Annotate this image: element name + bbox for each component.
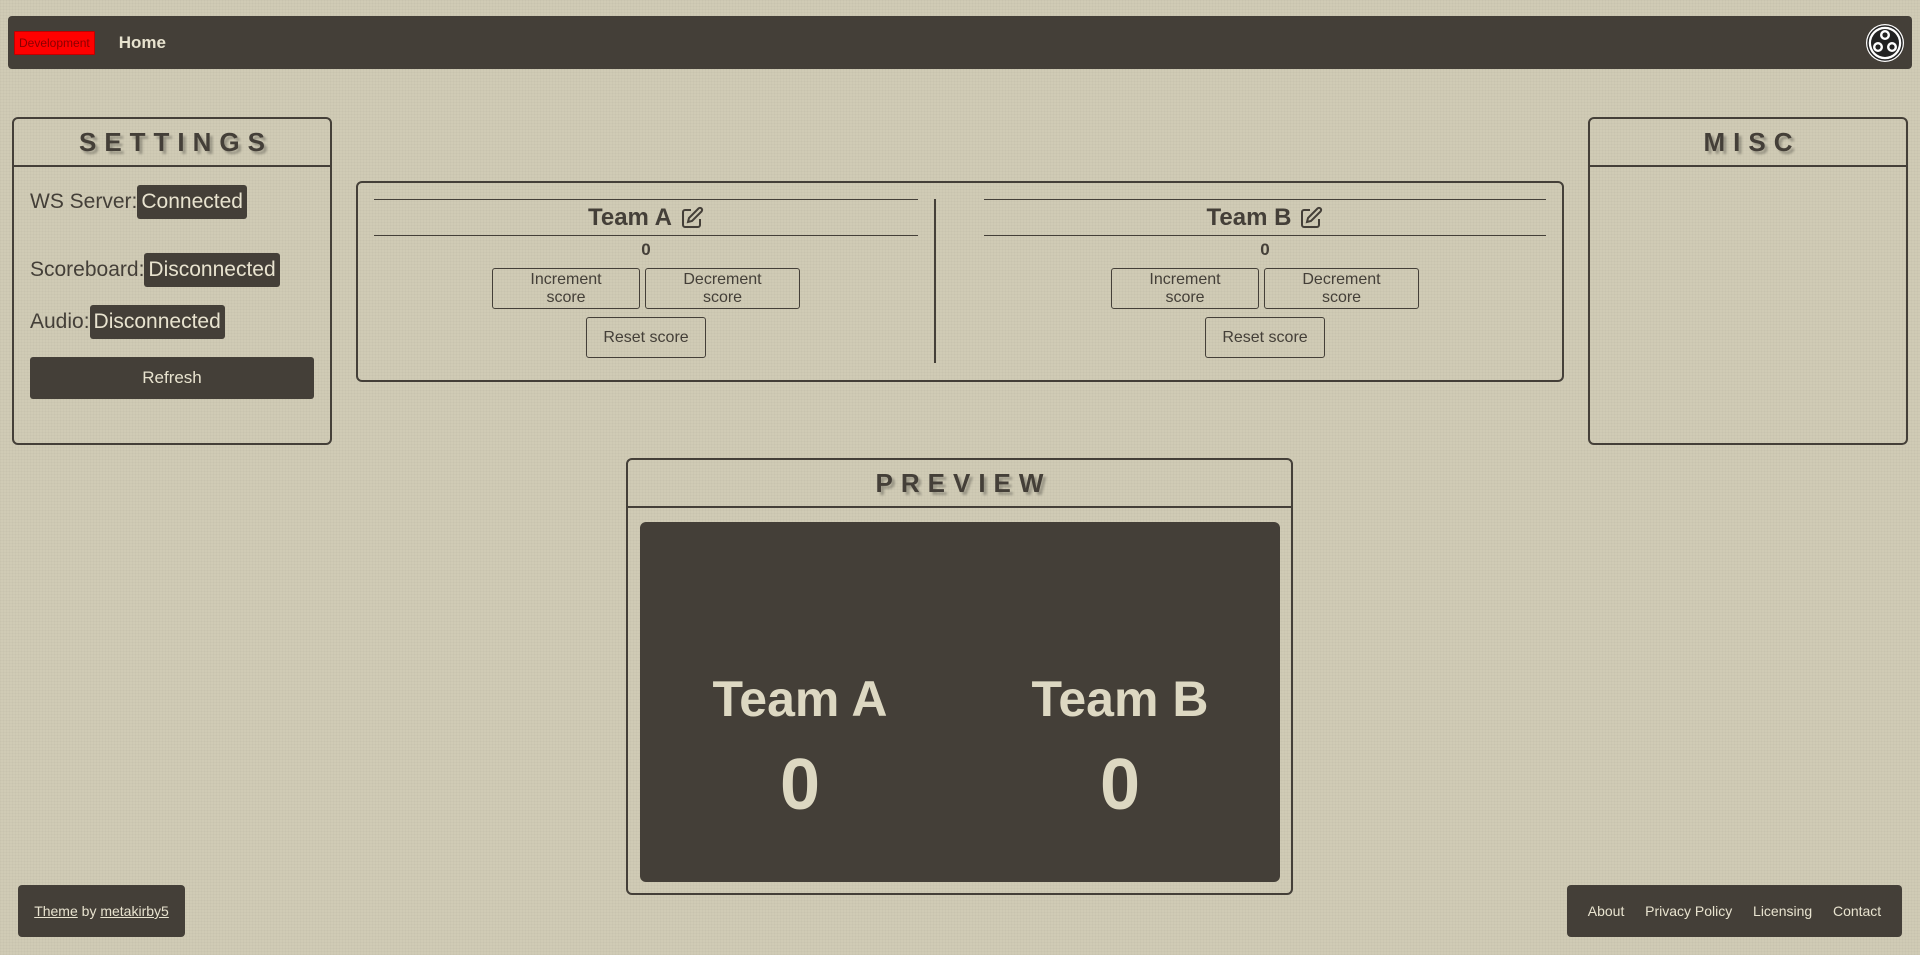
team-b-reset-row: Reset score bbox=[984, 317, 1546, 358]
refresh-button[interactable]: Refresh bbox=[30, 357, 314, 399]
team-a-score: 0 bbox=[641, 240, 651, 259]
theme-link[interactable]: Theme bbox=[34, 903, 78, 919]
misc-panel: MISC bbox=[1588, 117, 1908, 445]
preview-team-b-name: Team B bbox=[1031, 671, 1209, 727]
scoreboard-preview: Team A 0 Team B 0 bbox=[640, 522, 1280, 882]
nav-home-link[interactable]: Home bbox=[119, 33, 166, 53]
environment-badge: Development bbox=[14, 30, 95, 55]
team-a-controls: Team A 0 Increment score Decrement score… bbox=[374, 199, 918, 358]
team-divider bbox=[934, 199, 936, 363]
audio-status-badge: Disconnected bbox=[89, 305, 225, 339]
team-a-score-buttons: Increment score Decrement score bbox=[374, 268, 918, 309]
scoreboard-status-badge: Disconnected bbox=[144, 253, 280, 287]
author-link[interactable]: metakirby5 bbox=[100, 903, 168, 919]
team-b-score: 0 bbox=[1260, 240, 1270, 259]
team-a-name: Team A bbox=[587, 203, 673, 231]
edit-icon[interactable] bbox=[680, 206, 704, 230]
teams-control-panel: Team A 0 Increment score Decrement score… bbox=[356, 181, 1564, 382]
preview-team-a: Team A 0 bbox=[680, 670, 920, 826]
team-b-score-buttons: Increment score Decrement score bbox=[984, 268, 1546, 309]
settings-panel: SETTINGS WS Server: Connected Scoreboard… bbox=[12, 117, 332, 445]
ws-server-label: WS Server: bbox=[30, 190, 138, 213]
preview-panel: PREVIEW Team A 0 Team B 0 bbox=[626, 458, 1293, 895]
team-b-reset-button[interactable]: Reset score bbox=[1205, 317, 1325, 358]
scoreboard-label: Scoreboard: bbox=[30, 258, 145, 281]
obs-logo-icon[interactable] bbox=[1866, 24, 1904, 62]
theme-credit: Theme by metakirby5 bbox=[18, 885, 185, 937]
team-a-increment-button[interactable]: Increment score bbox=[492, 268, 640, 309]
team-b-increment-button[interactable]: Increment score bbox=[1111, 268, 1259, 309]
footer-link-privacy-policy[interactable]: Privacy Policy bbox=[1645, 903, 1732, 919]
team-b-decrement-button[interactable]: Decrement score bbox=[1264, 268, 1419, 309]
team-a-title-row: Team A bbox=[374, 199, 918, 236]
team-a-reset-row: Reset score bbox=[374, 317, 918, 358]
footer-link-contact[interactable]: Contact bbox=[1833, 903, 1881, 919]
misc-title: MISC bbox=[1590, 119, 1906, 167]
ws-server-status-badge: Connected bbox=[137, 185, 247, 219]
ws-server-status-row: WS Server: Connected bbox=[30, 185, 247, 219]
team-b-controls: Team B 0 Increment score Decrement score… bbox=[984, 199, 1546, 358]
preview-team-a-name: Team A bbox=[712, 671, 888, 727]
preview-title: PREVIEW bbox=[628, 460, 1291, 508]
footer-links: About Privacy Policy Licensing Contact bbox=[1567, 885, 1902, 937]
team-b-title-row: Team B bbox=[984, 199, 1546, 236]
audio-label: Audio: bbox=[30, 310, 90, 333]
edit-icon[interactable] bbox=[1299, 206, 1323, 230]
navbar: Development Home bbox=[8, 16, 1912, 69]
footer-link-licensing[interactable]: Licensing bbox=[1753, 903, 1812, 919]
preview-team-a-score: 0 bbox=[779, 745, 821, 825]
team-b-name: Team B bbox=[1206, 203, 1292, 231]
settings-title: SETTINGS bbox=[14, 119, 330, 167]
theme-by-text: by bbox=[77, 903, 101, 919]
footer-link-about[interactable]: About bbox=[1588, 903, 1625, 919]
preview-team-b: Team B 0 bbox=[1000, 670, 1240, 826]
audio-status-row: Audio: Disconnected bbox=[30, 305, 225, 339]
team-a-reset-button[interactable]: Reset score bbox=[586, 317, 706, 358]
scoreboard-status-row: Scoreboard: Disconnected bbox=[30, 253, 280, 287]
team-a-decrement-button[interactable]: Decrement score bbox=[645, 268, 800, 309]
preview-team-b-score: 0 bbox=[1099, 745, 1141, 825]
